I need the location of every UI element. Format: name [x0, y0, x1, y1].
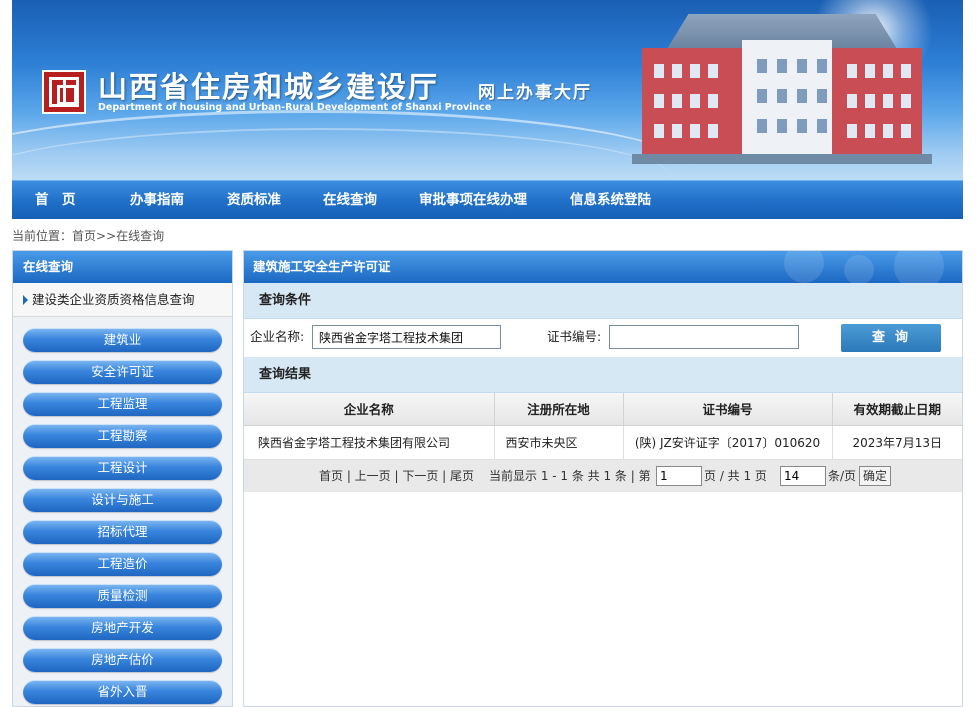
sidebar-subheader[interactable]: 建设类企业资质资格信息查询	[13, 283, 232, 317]
department-title: 山西省住房和城乡建设厅	[98, 70, 440, 104]
main-nav: 首 页 办事指南 资质标准 在线查询 审批事项在线办理 信息系统登陆	[12, 180, 963, 219]
cell-expiry: 2023年7月13日	[832, 425, 962, 460]
column-header-expiry: 有效期截止日期	[832, 393, 962, 426]
breadcrumb-home-link[interactable]: 首页	[72, 229, 96, 243]
panel-header: 建筑施工安全生产许可证	[244, 251, 962, 283]
breadcrumb-current: 在线查询	[116, 229, 165, 243]
per-page-suffix: 条/页	[828, 468, 857, 483]
online-hall-label: 网上办事大厅	[478, 83, 592, 103]
main-panel: 建筑施工安全生产许可证 查询条件 企业名称: 证书编号: 查询 查询结果 企业名…	[243, 250, 963, 707]
page-number-input[interactable]	[656, 465, 702, 486]
table-header-row: 企业名称 注册所在地 证书编号 有效期截止日期	[244, 393, 962, 426]
nav-item-online-query[interactable]: 在线查询	[323, 181, 377, 220]
column-header-company: 企业名称	[244, 393, 495, 426]
breadcrumb-prefix: 当前位置：	[12, 229, 73, 243]
department-title-english: Department of housing and Urban-Rural De…	[98, 102, 492, 113]
sidebar-item-out-of-province[interactable]: 省外入晋	[23, 680, 222, 704]
panel-title: 建筑施工安全生产许可证	[253, 259, 391, 274]
nav-item-approval-online[interactable]: 审批事项在线办理	[419, 181, 527, 220]
breadcrumb-separator: >>	[96, 229, 117, 243]
breadcrumb: 当前位置：首页>>在线查询	[12, 227, 164, 244]
department-logo	[42, 70, 86, 114]
pagination-links[interactable]: 首页 | 上一页 | 下一页 | 尾页	[319, 460, 474, 492]
column-header-cert-number: 证书编号	[623, 393, 833, 426]
query-form: 企业名称: 证书编号: 查询	[244, 319, 962, 357]
sidebar-item-supervision[interactable]: 工程监理	[23, 392, 222, 416]
sidebar-item-cost-consulting[interactable]: 工程造价	[23, 552, 222, 576]
cert-number-label: 证书编号:	[547, 329, 602, 344]
sidebar-item-real-estate-development[interactable]: 房地产开发	[23, 616, 222, 640]
sidebar-item-design[interactable]: 工程设计	[23, 456, 222, 480]
cert-number-input[interactable]	[609, 325, 799, 349]
nav-item-qualification-standards[interactable]: 资质标准	[227, 181, 281, 220]
sidebar-subheader-label: 建设类企业资质资格信息查询	[32, 292, 195, 307]
cell-location: 西安市未央区	[494, 425, 624, 460]
company-name-label: 企业名称:	[250, 329, 305, 344]
per-page-input[interactable]	[780, 465, 826, 486]
sidebar-item-quality-testing[interactable]: 质量检测	[23, 584, 222, 608]
sidebar-header: 在线查询	[13, 251, 232, 283]
nav-item-system-login[interactable]: 信息系统登陆	[570, 181, 651, 220]
sidebar-item-survey[interactable]: 工程勘察	[23, 424, 222, 448]
sidebar: 在线查询 建设类企业资质资格信息查询 建筑业 安全许可证 工程监理 工程勘察 工…	[12, 250, 233, 707]
pagination-bar: 首页 | 上一页 | 下一页 | 尾页 当前显示 1 - 1 条 共 1 条 |…	[244, 459, 962, 492]
column-header-location: 注册所在地	[494, 393, 624, 426]
query-conditions-title: 查询条件	[244, 283, 962, 319]
nav-item-guide[interactable]: 办事指南	[130, 181, 184, 220]
cell-cert-number: (陕) JZ安许证字〔2017〕010620	[623, 425, 833, 460]
sidebar-item-design-construction[interactable]: 设计与施工	[23, 488, 222, 512]
header-banner: 山西省住房和城乡建设厅 Department of housing and Ur…	[12, 0, 963, 180]
table-row[interactable]: 陕西省金字塔工程技术集团有限公司 西安市未央区 (陕) JZ安许证字〔2017〕…	[244, 425, 962, 460]
sidebar-item-safety-license[interactable]: 安全许可证	[23, 360, 222, 384]
query-results-title: 查询结果	[244, 357, 962, 393]
confirm-button[interactable]: 确定	[859, 465, 892, 486]
sidebar-item-tender-agency[interactable]: 招标代理	[23, 520, 222, 544]
results-table: 企业名称 注册所在地 证书编号 有效期截止日期 陕西省金字塔工程技术集团有限公司…	[244, 393, 962, 460]
sidebar-item-construction[interactable]: 建筑业	[23, 328, 222, 352]
building-illustration	[632, 14, 932, 164]
company-name-input[interactable]	[312, 325, 501, 349]
search-button[interactable]: 查询	[841, 324, 941, 352]
sidebar-item-real-estate-appraisal[interactable]: 房地产估价	[23, 648, 222, 672]
triangle-right-icon	[23, 295, 28, 305]
cell-company[interactable]: 陕西省金字塔工程技术集团有限公司	[244, 425, 495, 460]
pagination-display: 当前显示 1 - 1 条 共 1 条 | 第	[489, 468, 651, 483]
pagination-total-pages: 页 / 共 1 页	[704, 468, 767, 483]
nav-item-home[interactable]: 首 页	[35, 181, 76, 220]
